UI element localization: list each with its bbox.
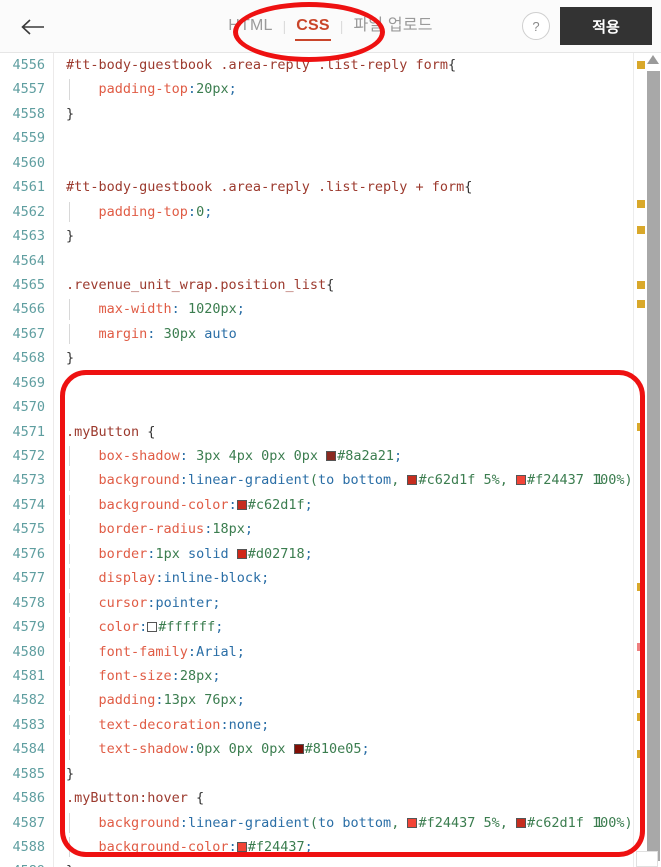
line-number: 4570 bbox=[12, 399, 45, 416]
code-line[interactable]: max-width: 1020px; bbox=[55, 297, 633, 321]
line-number: 4586 bbox=[12, 790, 45, 807]
line-number: 4579 bbox=[12, 619, 45, 636]
code-line[interactable]: .revenue_unit_wrap.position_list{ bbox=[55, 273, 633, 297]
code-line[interactable]: box-shadow: 3px 4px 0px 0px #8a2a21; bbox=[55, 444, 633, 468]
minimap-marker-error[interactable] bbox=[637, 643, 645, 651]
help-button[interactable]: ? bbox=[522, 12, 550, 40]
line-number: 4580 bbox=[12, 643, 45, 660]
code-line[interactable]: #tt-body-guestbook .area-reply .list-rep… bbox=[55, 175, 633, 199]
minimap-marker[interactable] bbox=[637, 61, 645, 69]
code-line[interactable]: .myButton { bbox=[55, 420, 633, 444]
minimap-marker[interactable] bbox=[637, 423, 645, 431]
line-number: 4561 bbox=[12, 179, 45, 196]
scroll-up-arrow-icon[interactable] bbox=[647, 55, 659, 64]
code-line[interactable]: .myButton:hover { bbox=[55, 786, 633, 810]
minimap-marker[interactable] bbox=[637, 690, 645, 698]
line-number: 4557 bbox=[12, 81, 45, 98]
code-line[interactable]: text-shadow:0px 0px 0px #810e05; bbox=[55, 737, 633, 761]
minimap-marker[interactable] bbox=[637, 200, 645, 208]
code-line[interactable]: border-radius:18px; bbox=[55, 517, 633, 541]
clipped-overflow-text: 1 bbox=[594, 814, 603, 831]
line-number: 4582 bbox=[12, 692, 45, 709]
code-line[interactable]: background:linear-gradient(to bottom, #f… bbox=[55, 811, 633, 835]
code-line[interactable] bbox=[55, 395, 633, 419]
minimap-marker[interactable] bbox=[637, 300, 645, 308]
minimap-marker[interactable] bbox=[637, 226, 645, 234]
line-number: 4572 bbox=[12, 448, 45, 464]
code-line[interactable]: } bbox=[55, 859, 633, 867]
line-number: 4577 bbox=[12, 570, 45, 587]
code-content[interactable]: #tt-body-guestbook .area-reply .list-rep… bbox=[55, 53, 633, 867]
line-number: 4573 bbox=[12, 472, 45, 489]
scrollbar-corner bbox=[636, 851, 658, 867]
line-number: 4576 bbox=[12, 545, 45, 562]
line-number: 4565 bbox=[12, 276, 45, 293]
tab-css[interactable]: CSS bbox=[286, 0, 340, 52]
line-number: 4558 bbox=[12, 105, 45, 122]
line-number: 4569 bbox=[12, 374, 45, 391]
code-line[interactable]: #tt-body-guestbook .area-reply .list-rep… bbox=[55, 53, 633, 77]
line-number: 4589 bbox=[0, 859, 53, 867]
code-line[interactable]: border:1px solid #d02718; bbox=[55, 542, 633, 566]
code-line[interactable]: margin: 30px auto bbox=[55, 322, 633, 346]
line-number: 4562 bbox=[12, 203, 45, 220]
code-line[interactable]: font-size:28px; bbox=[55, 664, 633, 688]
line-number: 4567 bbox=[12, 325, 45, 342]
line-number: 4568 bbox=[12, 350, 45, 367]
clipped-overflow-text: 1 bbox=[594, 472, 603, 489]
minimap-marker[interactable] bbox=[637, 713, 645, 721]
code-line[interactable]: font-family:Arial; bbox=[55, 640, 633, 664]
line-number: 4563 bbox=[12, 228, 45, 245]
line-number: 4588 bbox=[12, 839, 45, 855]
tab-html[interactable]: HTML bbox=[218, 0, 282, 52]
tab-file-upload[interactable]: 파일 업로드 bbox=[343, 0, 442, 52]
minimap-marker[interactable] bbox=[637, 281, 645, 289]
minimap-marker[interactable] bbox=[637, 750, 645, 758]
line-number: 4584 bbox=[12, 741, 45, 758]
code-line[interactable]: } bbox=[55, 762, 633, 786]
line-number: 4564 bbox=[12, 252, 45, 269]
line-number: 4581 bbox=[12, 667, 45, 684]
code-line[interactable]: padding:13px 76px; bbox=[55, 688, 633, 712]
code-line[interactable] bbox=[55, 249, 633, 273]
code-line[interactable]: } bbox=[55, 224, 633, 248]
app-header: HTML | CSS | 파일 업로드 ? 적용 bbox=[0, 0, 661, 53]
code-line[interactable] bbox=[55, 371, 633, 395]
code-line[interactable] bbox=[55, 126, 633, 150]
code-line[interactable]: color: #ffffff; bbox=[55, 615, 633, 639]
code-line[interactable] bbox=[55, 151, 633, 175]
code-line[interactable]: background:linear-gradient(to bottom, #c… bbox=[55, 468, 633, 492]
line-number-gutter: 4556 4557 4558 4559 4560 4561 4562 4563 4564 4565… bbox=[0, 53, 54, 867]
line-number: 4574 bbox=[12, 496, 45, 513]
code-line[interactable]: background-color: #c62d1f; bbox=[55, 493, 633, 517]
apply-button[interactable]: 적용 bbox=[560, 7, 652, 45]
editor-scrollbar[interactable] bbox=[633, 53, 661, 867]
line-number: 4566 bbox=[12, 301, 45, 318]
code-line[interactable]: padding-top:0; bbox=[55, 200, 633, 224]
css-editor-page: HTML | CSS | 파일 업로드 ? 적용 4556 4557 4558 455… bbox=[0, 0, 661, 867]
line-number: 4578 bbox=[12, 594, 45, 611]
minimap-marker[interactable] bbox=[637, 583, 645, 591]
line-number: 4583 bbox=[12, 716, 45, 733]
code-line[interactable]: background-color: #f24437; bbox=[55, 835, 633, 859]
line-number: 4560 bbox=[12, 154, 45, 171]
line-number: 4585 bbox=[12, 765, 45, 782]
code-line[interactable]: text-decoration:none; bbox=[55, 713, 633, 737]
code-line[interactable]: display:inline-block; bbox=[55, 566, 633, 590]
line-number: 4556 bbox=[12, 57, 45, 73]
code-line[interactable]: padding-top:20px; bbox=[55, 77, 633, 101]
line-number: 4571 bbox=[12, 423, 45, 440]
code-editor[interactable]: 4556 4557 4558 4559 4560 4561 4562 4563 4564 4565… bbox=[0, 53, 661, 867]
line-number: 4587 bbox=[12, 814, 45, 831]
code-line[interactable]: cursor:pointer; bbox=[55, 591, 633, 615]
line-number: 4575 bbox=[12, 521, 45, 538]
code-line[interactable]: } bbox=[55, 346, 633, 370]
scrollbar-thumb[interactable] bbox=[647, 71, 660, 861]
line-number: 4559 bbox=[12, 130, 45, 147]
code-line[interactable]: } bbox=[55, 102, 633, 126]
